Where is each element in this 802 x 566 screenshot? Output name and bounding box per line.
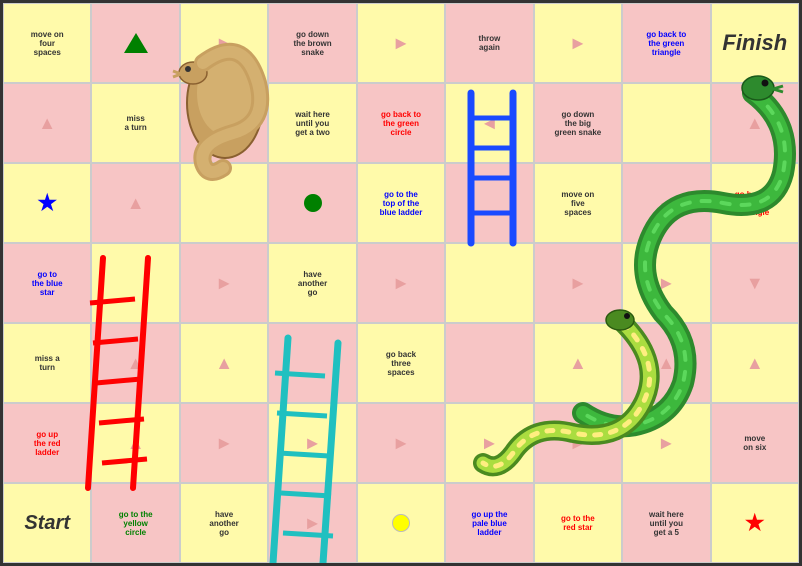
red-star-icon: ★ [745, 510, 765, 536]
cell-r5c3: ▲ [180, 323, 268, 403]
arrow-up-icon: ▲ [746, 113, 764, 134]
cell-r4c3: ► [180, 243, 268, 323]
arrow-up-icon: ▲ [746, 353, 764, 374]
cell-r6c6: ► [445, 403, 533, 483]
cell-r2c4: wait hereuntil youget a two [268, 83, 356, 163]
cell-r7c7: go to thered star [534, 483, 622, 563]
cell-r1c4: go downthe brownsnake [268, 3, 356, 83]
cell-r3c8: ◄ [622, 163, 710, 243]
arrow-up-icon: ▲ [38, 113, 56, 134]
arrow-right-icon: ► [569, 433, 587, 454]
arrow-up-icon: ▲ [127, 433, 145, 454]
arrow-right-icon: ► [392, 273, 410, 294]
cell-r3c1: ★ [3, 163, 91, 243]
cell-r6c5: ► [357, 403, 445, 483]
arrow-right-icon: ► [392, 433, 410, 454]
cell-r2c9: ▲ [711, 83, 799, 163]
cell-r5c9: ▲ [711, 323, 799, 403]
cell-r7c4: ► [268, 483, 356, 563]
cell-r7c1-start: Start [3, 483, 91, 563]
cell-r5c4-cyan-ladder [268, 323, 356, 403]
cell-r6c2: ▲ [91, 403, 179, 483]
cell-r6c8: ► [622, 403, 710, 483]
arrow-up-icon: ▲ [569, 353, 587, 374]
cell-r3c3-ladder [180, 163, 268, 243]
cell-r1c7: ► [534, 3, 622, 83]
arrow-right-icon: ► [215, 273, 233, 294]
cell-r3c5: go to thetop of theblue ladder [357, 163, 445, 243]
cell-r5c6-yellow-snake [445, 323, 533, 403]
cell-r2c7: go downthe biggreen snake [534, 83, 622, 163]
cell-r1c2 [91, 3, 179, 83]
arrow-up-icon: ▲ [657, 353, 675, 374]
arrow-right-icon: ► [215, 33, 233, 54]
cell-r5c1: miss aturn [3, 323, 91, 403]
green-triangle-icon [124, 33, 148, 53]
arrow-right-icon: ► [215, 433, 233, 454]
cell-r1c1: move onfourspaces [3, 3, 91, 83]
cell-r3c7: move onfivespaces [534, 163, 622, 243]
cell-r7c6: go up thepale blueladder [445, 483, 533, 563]
cell-r1c8: go back tothe greentriangle [622, 3, 710, 83]
cell-r1c9-finish: Finish [711, 3, 799, 83]
finish-label: Finish [722, 30, 787, 56]
arrow-right-icon: ► [657, 273, 675, 294]
cell-r6c1: go upthe redladder [3, 403, 91, 483]
cell-r2c5: go back tothe greencircle [357, 83, 445, 163]
cell-r4c1: go tothe bluestar [3, 243, 91, 323]
cell-r2c1: ▲ [3, 83, 91, 163]
cell-r6c4: ► [268, 403, 356, 483]
green-dot-icon [304, 194, 322, 212]
cell-r7c3: haveanothergo [180, 483, 268, 563]
cell-r7c2: go to theyellowcircle [91, 483, 179, 563]
cell-r1c6: throwagain [445, 3, 533, 83]
arrow-up-icon: ▲ [215, 353, 233, 374]
arrow-right-icon: ► [304, 513, 322, 534]
game-board: move onfourspaces ► go downthe brownsnak… [0, 0, 802, 566]
start-label: Start [24, 512, 70, 535]
cell-r6c7: ► [534, 403, 622, 483]
blue-star-icon: ★ [37, 190, 57, 216]
cell-r2c2: missa turn [91, 83, 179, 163]
arrow-right-icon: ► [481, 433, 499, 454]
arrow-left-icon: ◄ [657, 193, 675, 214]
cell-r3c2: ▲ [91, 163, 179, 243]
cell-r1c5: ► [357, 3, 445, 83]
cell-r3c9: go back tothe yellowtriangle [711, 163, 799, 243]
yellow-dot-icon [392, 514, 410, 532]
arrow-right-icon: ► [569, 33, 587, 54]
cell-r4c7: ► [534, 243, 622, 323]
cell-r7c5 [357, 483, 445, 563]
cell-r7c8: wait hereuntil youget a 5 [622, 483, 710, 563]
cell-r4c8: ► [622, 243, 710, 323]
cell-r2c8-snake [622, 83, 710, 163]
cell-r4c2-red-ladder [91, 243, 179, 323]
cell-r4c6-snake [445, 243, 533, 323]
cell-r1c3: ► [180, 3, 268, 83]
cell-r6c3: ► [180, 403, 268, 483]
cell-r7c9: ★ [711, 483, 799, 563]
arrow-down-icon: ▼ [746, 273, 764, 294]
arrow-up-icon: ▲ [127, 193, 145, 214]
arrow-up-icon: ▲ [127, 353, 145, 374]
cell-r3c6-blue-ladder [445, 163, 533, 243]
arrow-right-icon: ► [304, 433, 322, 454]
cell-r5c2: ▲ [91, 323, 179, 403]
cell-r4c4: haveanothergo [268, 243, 356, 323]
cell-r5c5: go backthreespaces [357, 323, 445, 403]
arrow-right-icon: ► [569, 273, 587, 294]
cell-r3c4 [268, 163, 356, 243]
cell-r2c3-snake [180, 83, 268, 163]
cell-r2c6: ◄ [445, 83, 533, 163]
cell-r5c8: ▲ [622, 323, 710, 403]
cell-r6c9: moveon six [711, 403, 799, 483]
cell-r4c9: ▼ [711, 243, 799, 323]
arrow-left-icon: ◄ [481, 113, 499, 134]
arrow-right-icon: ► [392, 33, 410, 54]
cell-r5c7: ▲ [534, 323, 622, 403]
cell-r4c5: ► [357, 243, 445, 323]
arrow-right-icon: ► [657, 433, 675, 454]
